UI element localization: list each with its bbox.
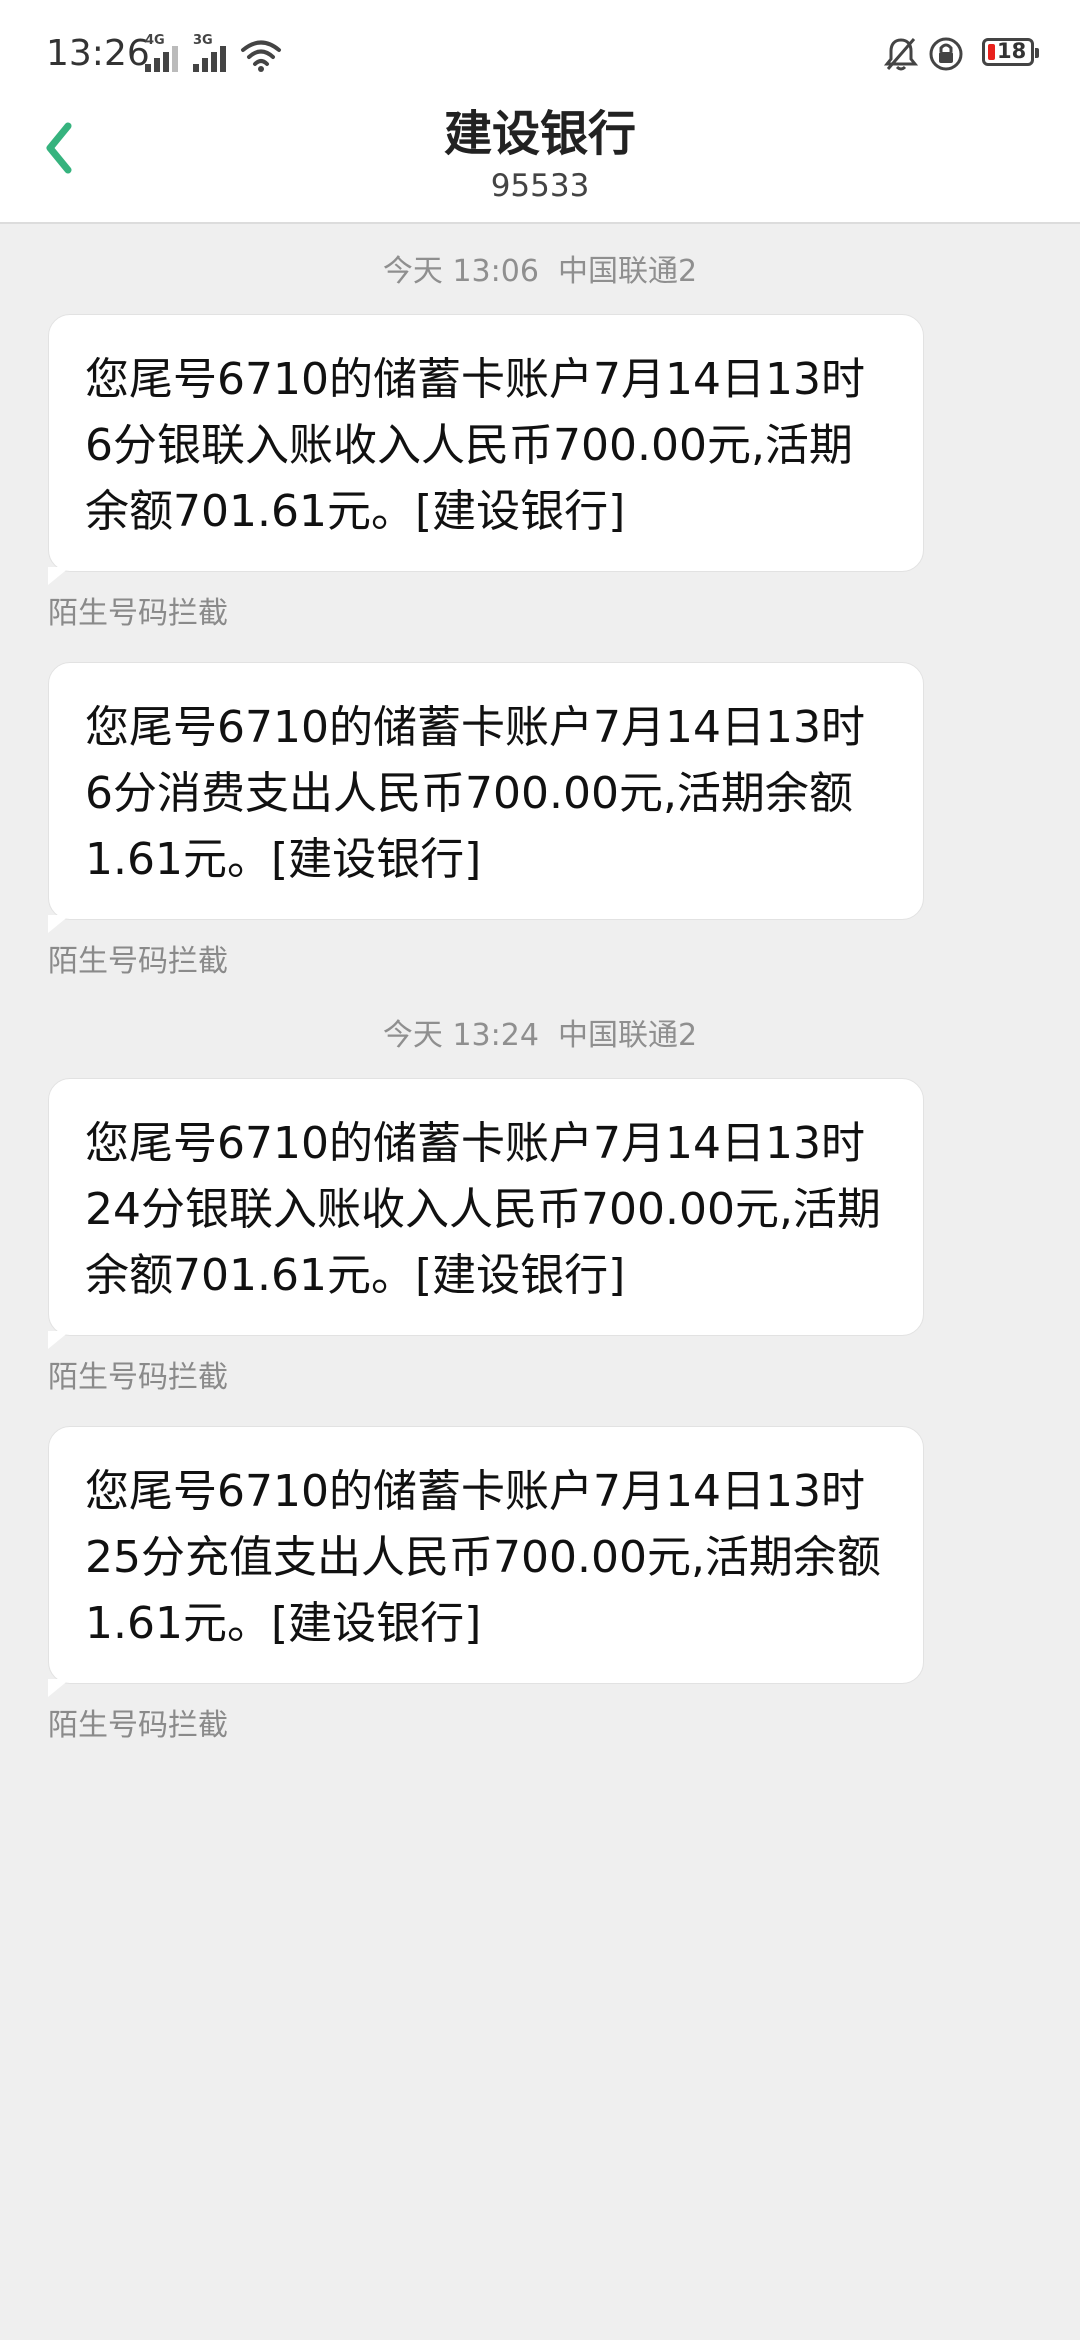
message-text: 您尾号6710的储蓄卡账户7月14日13时24分银联入账收入人民币700.00元… <box>85 1118 881 1301</box>
message-text: 您尾号6710的储蓄卡账户7月14日13时6分银联入账收入人民币700.00元,… <box>85 354 865 537</box>
contact-name: 建设银行 <box>443 106 636 162</box>
message-bubble[interactable]: 您尾号6710的储蓄卡账户7月14日13时24分银联入账收入人民币700.00元… <box>48 1078 924 1349</box>
contact-number: 95533 <box>490 168 590 204</box>
bubble-tail <box>48 1331 70 1349</box>
message-group-4: 您尾号6710的储蓄卡账户7月14日13时25分充值支出人民币700.00元,活… <box>0 1426 1080 1746</box>
message-group-1: 今天 13:06 中国联通2 您尾号6710的储蓄卡账户7月14日13时6分银联… <box>0 224 1080 634</box>
spam-block-label: 陌生号码拦截 <box>48 944 228 979</box>
signal-4g-icon: 4G <box>145 33 185 72</box>
battery-level: 18 <box>997 39 1027 63</box>
status-time: 13:26 <box>46 33 150 74</box>
bubble-tail <box>48 567 70 585</box>
message-bubble[interactable]: 您尾号6710的储蓄卡账户7月14日13时6分消费支出人民币700.00元,活期… <box>48 662 924 933</box>
bubble-tail <box>48 915 70 933</box>
time-separator: 今天 13:06 中国联通2 <box>382 254 698 289</box>
message-bubble[interactable]: 您尾号6710的储蓄卡账户7月14日13时25分充值支出人民币700.00元,活… <box>48 1426 924 1697</box>
status-right-group: 18 <box>884 34 1039 74</box>
network-type-2: 3G <box>193 33 213 48</box>
message-thread[interactable]: 今天 13:06 中国联通2 您尾号6710的储蓄卡账户7月14日13时6分银联… <box>0 224 1080 1746</box>
rotation-lock-icon <box>929 37 963 71</box>
network-type-1: 4G <box>145 33 165 48</box>
signal-3g-icon: 3G <box>193 33 233 72</box>
status-bar: 13:26 4G 3G 18 <box>0 0 1080 96</box>
bubble-tail <box>48 1679 70 1697</box>
spam-block-label: 陌生号码拦截 <box>48 1360 228 1395</box>
bell-muted-icon <box>884 38 918 71</box>
message-group-3: 今天 13:24 中国联通2 您尾号6710的储蓄卡账户7月14日13时24分银… <box>0 982 1080 1398</box>
time-separator: 今天 13:24 中国联通2 <box>382 1018 698 1053</box>
spam-block-label: 陌生号码拦截 <box>48 1708 228 1743</box>
message-bubble[interactable]: 您尾号6710的储蓄卡账户7月14日13时6分银联入账收入人民币700.00元,… <box>48 314 924 585</box>
conversation-header: 建设银行 95533 <box>0 96 1080 224</box>
message-text: 您尾号6710的储蓄卡账户7月14日13时25分充值支出人民币700.00元,活… <box>85 1466 881 1649</box>
battery-icon: 18 <box>982 38 1039 66</box>
message-text: 您尾号6710的储蓄卡账户7月14日13时6分消费支出人民币700.00元,活期… <box>85 702 865 885</box>
message-group-2: 您尾号6710的储蓄卡账户7月14日13时6分消费支出人民币700.00元,活期… <box>0 662 1080 982</box>
spam-block-label: 陌生号码拦截 <box>48 596 228 631</box>
wifi-icon <box>241 40 281 72</box>
